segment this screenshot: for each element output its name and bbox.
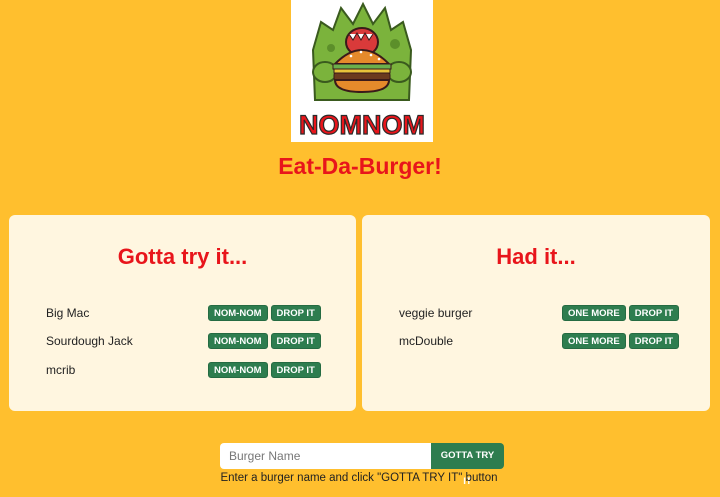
drop-it-button[interactable]: DROP IT: [270, 305, 321, 321]
burger-name-input[interactable]: [220, 443, 431, 469]
nomnom-logo: NOMNOM: [291, 0, 433, 142]
burger-name: mcrib: [46, 363, 76, 377]
one-more-button[interactable]: ONE MORE: [562, 305, 626, 321]
list-item: Sourdough Jack NOM-NOM DROP IT: [9, 332, 356, 350]
nom-nom-button[interactable]: NOM-NOM: [208, 333, 268, 349]
gotta-try-it-button[interactable]: GOTTA TRY IT: [431, 443, 504, 487]
burger-name: Big Mac: [46, 306, 90, 320]
gotta-try-panel: Gotta try it... Big Mac NOM-NOM DROP IT …: [9, 215, 356, 411]
one-more-button[interactable]: ONE MORE: [562, 333, 626, 349]
had-it-panel: Had it... veggie burger ONE MORE DROP IT…: [362, 215, 710, 411]
gotta-try-title: Gotta try it...: [117, 244, 248, 269]
add-burger-form: GOTTA TRY IT: [220, 443, 504, 487]
drop-it-button[interactable]: DROP IT: [628, 333, 680, 349]
drop-it-button[interactable]: DROP IT: [270, 333, 321, 349]
had-it-title: Had it...: [496, 244, 576, 269]
burger-name: Sourdough Jack: [46, 334, 133, 348]
nom-nom-button[interactable]: NOM-NOM: [208, 305, 268, 321]
list-item: Big Mac NOM-NOM DROP IT: [9, 304, 356, 322]
list-item: mcDouble ONE MORE DROP IT: [362, 332, 710, 350]
nom-nom-button[interactable]: NOM-NOM: [208, 362, 268, 378]
page-title: Eat-Da-Burger!: [278, 153, 442, 179]
burger-name: mcDouble: [399, 334, 454, 348]
list-item: mcrib NOM-NOM DROP IT: [9, 361, 356, 379]
drop-it-button[interactable]: DROP IT: [270, 362, 321, 378]
burger-name: veggie burger: [399, 306, 473, 320]
monster-burger-icon: NOMNOM: [298, 1, 426, 141]
logo-text: NOMNOM: [299, 110, 425, 140]
list-item: veggie burger ONE MORE DROP IT: [362, 304, 710, 322]
drop-it-button[interactable]: DROP IT: [628, 305, 680, 321]
help-text: Enter a burger name and click "GOTTA TRY…: [220, 472, 498, 484]
